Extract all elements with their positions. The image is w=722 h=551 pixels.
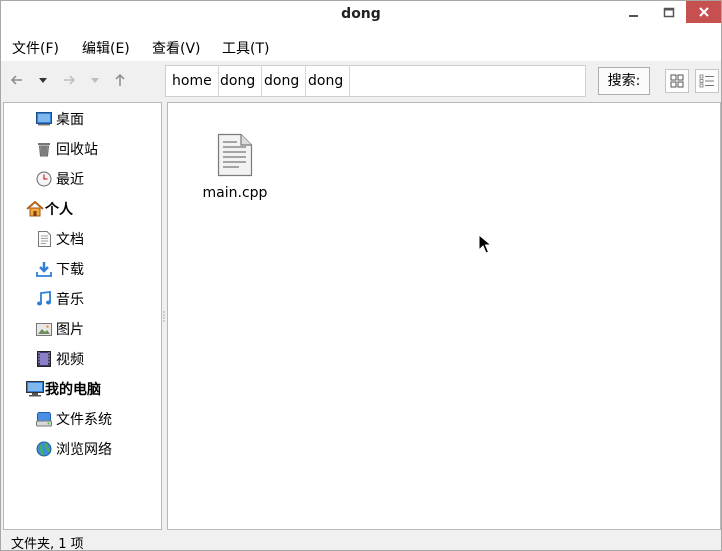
file-manager-window: dong 文件(F) 编辑(E) 查看(V) 工具(T) home dong d… [0, 0, 722, 551]
dropdown-arrow-icon [39, 78, 47, 83]
menu-bar: 文件(F) 编辑(E) 查看(V) 工具(T) [1, 29, 721, 61]
maximize-button[interactable] [651, 1, 687, 25]
breadcrumb-item[interactable]: dong [214, 66, 263, 96]
back-button[interactable] [6, 69, 28, 91]
document-icon [35, 230, 53, 248]
forward-arrow-icon [64, 75, 76, 85]
list-view-button[interactable] [695, 69, 719, 93]
video-icon [35, 350, 53, 368]
sidebar-item-downloads[interactable]: 下载 [35, 258, 84, 280]
search-button[interactable]: 搜索: [598, 67, 650, 95]
sidebar-item-trash[interactable]: 回收站 [35, 138, 98, 160]
grid-view-icon [670, 74, 684, 88]
breadcrumb-item[interactable]: home [166, 66, 219, 96]
menu-edit[interactable]: 编辑(E) [82, 38, 130, 58]
sidebar-heading-computer[interactable]: 我的电脑 [26, 378, 101, 400]
maximize-icon [663, 7, 675, 18]
sidebar-item-network[interactable]: 浏览网络 [35, 438, 112, 460]
list-view-icon [699, 74, 714, 88]
breadcrumb-item[interactable]: dong [258, 66, 307, 96]
home-icon [26, 200, 44, 218]
computer-icon [26, 380, 44, 398]
sidebar-heading-personal[interactable]: 个人 [26, 198, 73, 220]
sidebar-item-desktop[interactable]: 桌面 [35, 108, 84, 130]
up-arrow-icon [115, 73, 125, 86]
drive-icon [35, 410, 53, 428]
clock-icon [35, 170, 53, 188]
toolbar: home dong dong dong 搜索: [1, 61, 721, 101]
icon-view-button[interactable] [665, 69, 689, 93]
close-icon [698, 7, 709, 17]
sidebar-item-videos[interactable]: 视频 [35, 348, 84, 370]
sidebar: 桌面 回收站 最近 个人 文档 下载 音乐 图片 视频 我的电脑 文件系统 浏览… [3, 102, 162, 530]
back-history-button[interactable] [32, 69, 54, 91]
breadcrumb-item[interactable]: dong [302, 66, 351, 96]
sidebar-item-filesystem[interactable]: 文件系统 [35, 408, 112, 430]
picture-icon [35, 320, 53, 338]
sidebar-splitter-handle[interactable] [162, 311, 166, 323]
breadcrumb: home dong dong dong [165, 65, 586, 97]
globe-icon [35, 440, 53, 458]
file-view[interactable]: main.cpp [167, 102, 721, 530]
sidebar-item-pictures[interactable]: 图片 [35, 318, 84, 340]
sidebar-item-music[interactable]: 音乐 [35, 288, 84, 310]
status-bar: 文件夹, 1 项 [1, 530, 721, 550]
text-file-icon [217, 133, 253, 181]
window-title: dong [341, 6, 381, 22]
back-arrow-icon [10, 75, 22, 85]
path-input-area[interactable] [347, 66, 585, 96]
title-bar[interactable]: dong [1, 1, 721, 29]
menu-file[interactable]: 文件(F) [12, 38, 59, 58]
menu-tools[interactable]: 工具(T) [222, 38, 269, 58]
music-icon [35, 290, 53, 308]
up-button[interactable] [109, 69, 131, 91]
download-icon [35, 260, 53, 278]
file-name: main.cpp [202, 185, 268, 201]
sidebar-item-documents[interactable]: 文档 [35, 228, 84, 250]
minimize-icon [629, 15, 638, 17]
file-item[interactable]: main.cpp [190, 133, 280, 201]
dropdown-arrow-icon [91, 78, 99, 83]
forward-button[interactable] [58, 69, 80, 91]
trash-icon [35, 140, 53, 158]
minimize-button[interactable] [616, 1, 652, 25]
mouse-pointer-icon [478, 234, 492, 254]
status-text: 文件夹, 1 项 [11, 537, 84, 551]
menu-view[interactable]: 查看(V) [152, 38, 201, 58]
sidebar-item-recent[interactable]: 最近 [35, 168, 84, 190]
forward-history-button[interactable] [84, 69, 106, 91]
close-button[interactable] [686, 1, 721, 23]
desktop-icon [35, 110, 53, 128]
